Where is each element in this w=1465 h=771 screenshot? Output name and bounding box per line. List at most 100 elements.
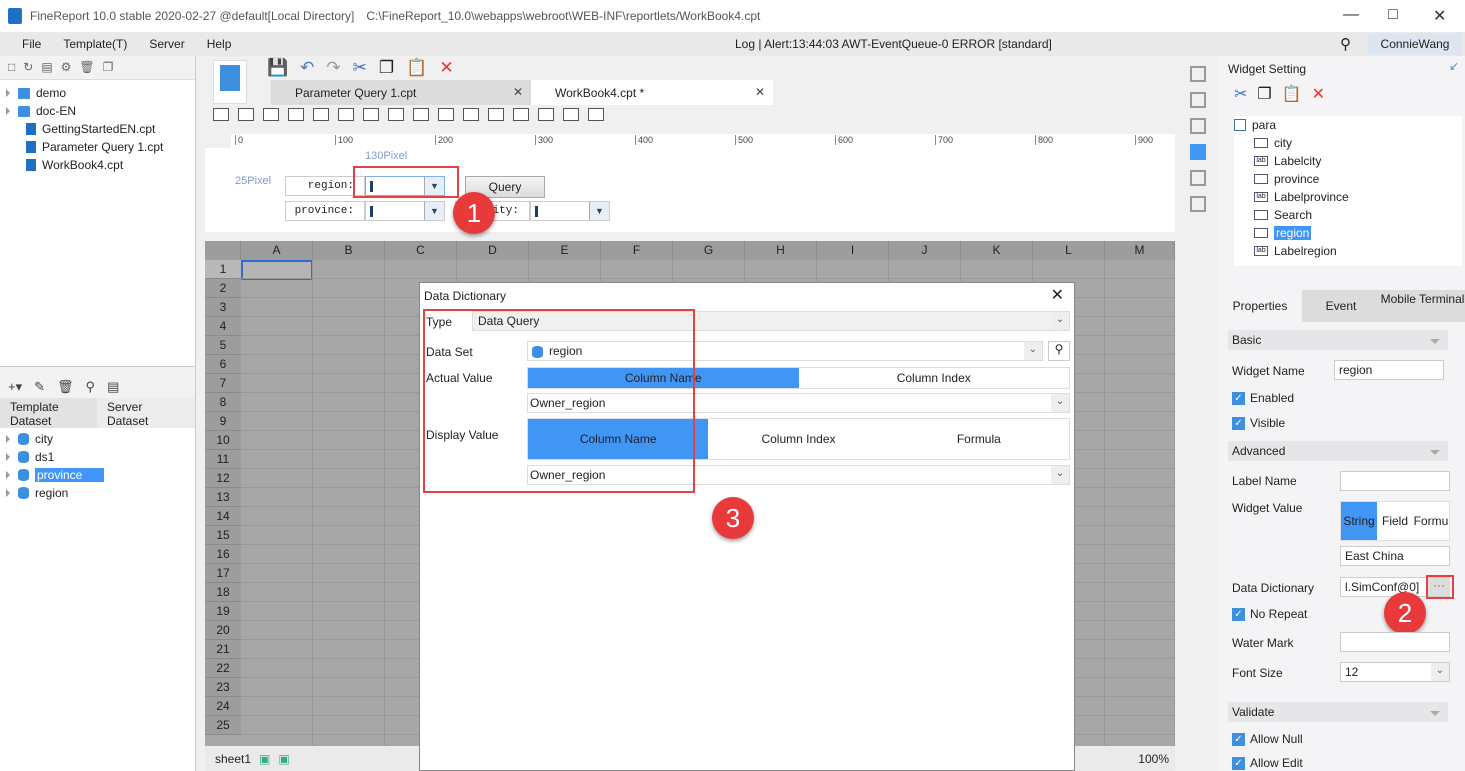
tree-root-para[interactable]: para (1234, 116, 1462, 134)
delete-icon[interactable]: 🗑 (79, 60, 94, 75)
dataset-ds1[interactable]: ds1 (0, 448, 195, 466)
widget-tree-item[interactable]: labLabelprovince (1254, 188, 1462, 206)
zoom-level[interactable]: 100% (1138, 752, 1169, 766)
province-combo[interactable]: ▼ (365, 201, 445, 221)
pin-icon[interactable]: ↙ (1449, 59, 1459, 73)
widget-tree-item[interactable]: Search (1254, 206, 1462, 224)
new-folder-icon[interactable]: □ (8, 60, 15, 75)
preview-dataset-button[interactable]: ⚲ (1048, 341, 1070, 361)
enabled-checkbox[interactable]: ✓ (1232, 392, 1245, 405)
widget-icon[interactable] (213, 108, 229, 121)
minimize-button[interactable]: — (1343, 6, 1359, 24)
row-header[interactable]: 21 (205, 640, 241, 659)
selected-cell-a1[interactable] (241, 260, 313, 280)
formula-option[interactable]: Formu (1413, 502, 1449, 540)
widget-tree-item[interactable]: region (1254, 224, 1462, 242)
search-icon[interactable]: ⚲ (1340, 35, 1351, 53)
dropdown-icon[interactable]: ▼ (424, 202, 444, 220)
row-header[interactable]: 20 (205, 621, 241, 640)
sheet-tab[interactable]: sheet1 (215, 752, 251, 766)
row-header[interactable]: 10 (205, 431, 241, 450)
no-repeat-checkbox[interactable]: ✓ (1232, 608, 1245, 621)
column-header[interactable]: K (961, 241, 1033, 260)
column-header[interactable]: E (529, 241, 601, 260)
tree-item-parameter-query[interactable]: Parameter Query 1.cpt (0, 138, 195, 156)
dataset-province[interactable]: province (0, 466, 195, 484)
widget-icon[interactable] (288, 108, 304, 121)
row-header[interactable]: 9 (205, 412, 241, 431)
label-name-input[interactable] (1340, 471, 1450, 491)
column-header[interactable]: D (457, 241, 529, 260)
paste-icon[interactable]: 📋 (1282, 84, 1302, 104)
widget-icon[interactable] (463, 108, 479, 121)
widget-icon[interactable] (563, 108, 579, 121)
widget-icon[interactable] (363, 108, 379, 121)
add-sheet-icon[interactable]: ▣ (259, 752, 270, 766)
widget-tree-item[interactable]: labLabelregion (1254, 242, 1462, 260)
panel-splitter[interactable] (0, 366, 195, 376)
widget-icon[interactable] (263, 108, 279, 121)
tab-mobile-terminal[interactable]: Mobile Terminal (1380, 290, 1465, 322)
condition-icon[interactable] (1190, 170, 1206, 186)
row-header[interactable]: 16 (205, 545, 241, 564)
copy-icon[interactable]: ❐ (1257, 84, 1271, 104)
section-advanced[interactable]: Advanced (1228, 441, 1448, 461)
tree-item-demo[interactable]: demo (0, 84, 195, 102)
row-header[interactable]: 12 (205, 469, 241, 488)
widget-icon[interactable] (313, 108, 329, 121)
row-header[interactable]: 3 (205, 298, 241, 317)
column-header[interactable]: M (1105, 241, 1175, 260)
tab-properties[interactable]: Properties (1218, 290, 1302, 322)
tree-item-doc-en[interactable]: doc-EN (0, 102, 195, 120)
actual-column-index-option[interactable]: Column Index (799, 368, 1070, 388)
column-header[interactable]: J (889, 241, 961, 260)
row-header[interactable]: 14 (205, 507, 241, 526)
row-header[interactable]: 25 (205, 716, 241, 735)
row-header[interactable]: 5 (205, 336, 241, 355)
edit-icon[interactable]: ✎ (34, 379, 45, 395)
column-header[interactable]: I (817, 241, 889, 260)
undo-icon[interactable]: ↶ (300, 58, 314, 78)
tab-parameter-query[interactable]: Parameter Query 1.cpt✕ (271, 80, 531, 105)
row-header[interactable]: 8 (205, 393, 241, 412)
cut-icon[interactable]: ✂ (353, 58, 367, 78)
user-button[interactable]: ConnieWang (1368, 33, 1462, 55)
dataset-region[interactable]: region (0, 484, 195, 502)
row-header[interactable]: 13 (205, 488, 241, 507)
widget-icon[interactable] (588, 108, 604, 121)
visible-checkbox[interactable]: ✓ (1232, 417, 1245, 430)
widget-icon[interactable] (238, 108, 254, 121)
add-poly-sheet-icon[interactable]: ▣ (278, 752, 289, 766)
water-mark-input[interactable] (1340, 632, 1450, 652)
delete-icon[interactable]: ✕ (439, 58, 453, 78)
column-header[interactable]: C (385, 241, 457, 260)
tree-item-workbook4[interactable]: WorkBook4.cpt (0, 156, 195, 174)
column-header[interactable]: A (241, 241, 313, 260)
open-icon[interactable]: ▤ (41, 60, 52, 75)
copy-icon[interactable]: ❐ (379, 58, 394, 78)
display-formula-option[interactable]: Formula (889, 419, 1069, 459)
row-header[interactable]: 17 (205, 564, 241, 583)
status-log[interactable]: Log | Alert:13:44:03 AWT-EventQueue-0 ER… (735, 37, 1052, 51)
save-icon[interactable]: 💾 (267, 58, 288, 78)
select-all-corner[interactable] (205, 241, 241, 260)
widget-name-input[interactable]: region (1334, 360, 1444, 380)
redo-icon[interactable]: ↷ (326, 58, 340, 78)
widget-icon[interactable] (438, 108, 454, 121)
widget-setting-icon[interactable] (1190, 144, 1206, 160)
row-header[interactable]: 18 (205, 583, 241, 602)
section-validate[interactable]: Validate (1228, 702, 1448, 722)
tab-server-dataset[interactable]: Server Dataset (97, 398, 195, 428)
menu-file[interactable]: File (0, 37, 41, 51)
string-option[interactable]: String (1341, 502, 1377, 540)
delete-icon[interactable]: ✕ (1312, 84, 1325, 104)
column-header[interactable]: L (1033, 241, 1105, 260)
row-header[interactable]: 6 (205, 355, 241, 374)
copy-icon[interactable]: ❐ (103, 60, 114, 75)
column-header[interactable]: G (673, 241, 745, 260)
hyperlink-icon[interactable] (1190, 196, 1206, 212)
dataset-city[interactable]: city (0, 430, 195, 448)
widget-tree-item[interactable]: labLabelcity (1254, 152, 1462, 170)
allow-edit-checkbox[interactable]: ✓ (1232, 757, 1245, 770)
query-icon[interactable]: ▤ (107, 379, 119, 395)
